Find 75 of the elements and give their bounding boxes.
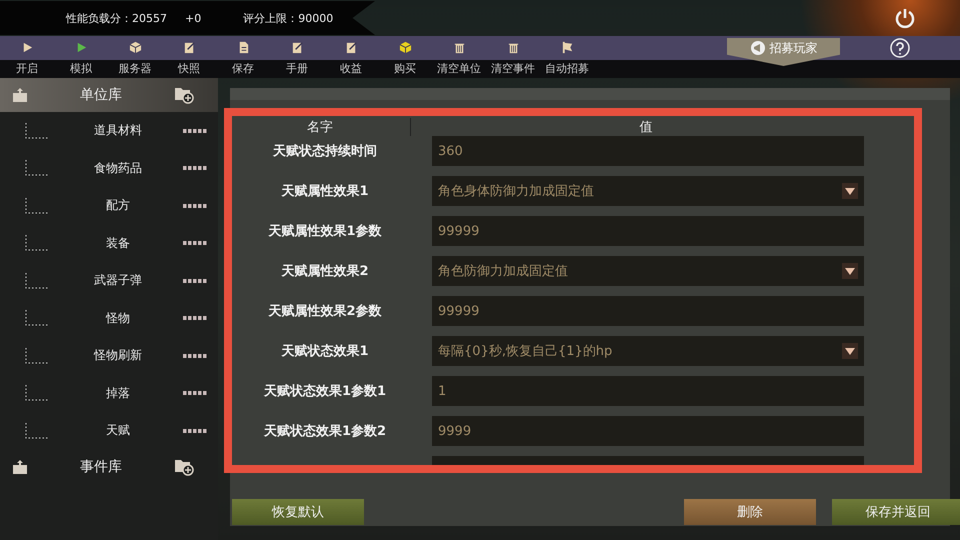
folder-upload-icon[interactable]: [12, 458, 28, 474]
load-score: 性能负载分：20557: [66, 10, 167, 26]
dropdown-field[interactable]: 每隔{0}秒,恢复自己{1}的hp: [432, 336, 864, 366]
sidebar-item[interactable]: 食物药品: [63, 160, 173, 177]
drag-handle-icon[interactable]: [183, 354, 207, 358]
toolbar-button[interactable]: 快照: [162, 41, 216, 76]
input-field[interactable]: 99999: [432, 216, 864, 246]
add-folder-icon[interactable]: [174, 86, 194, 104]
input-field[interactable]: 360: [432, 136, 864, 166]
toolbar-button[interactable]: 自动招募: [540, 41, 594, 76]
caret-icon: [842, 343, 858, 359]
property-name: 天赋属性效果1参数: [267, 223, 383, 240]
drag-handle-icon[interactable]: [183, 204, 207, 208]
toolbar-button[interactable]: 手册: [270, 41, 324, 76]
sidebar-item[interactable]: 武器子弹: [63, 272, 173, 290]
dropdown-field[interactable]: 角色防御力加成固定值: [432, 256, 864, 286]
reset-button[interactable]: 恢复默认: [232, 499, 364, 525]
sidebar-item[interactable]: 掉落: [63, 384, 173, 402]
caret-icon: [842, 183, 858, 199]
tree-connector: [25, 272, 49, 289]
toolbar-button[interactable]: 保存: [216, 41, 270, 76]
score-delta: +0: [185, 12, 202, 24]
add-folder-icon[interactable]: [174, 458, 194, 476]
sidebar-item[interactable]: 装备: [63, 234, 173, 252]
input-field[interactable]: 1: [432, 376, 864, 406]
tree-connector: [25, 235, 49, 252]
library-header[interactable]: 事件库: [0, 450, 218, 484]
drag-handle-icon[interactable]: [183, 428, 207, 433]
sidebar-item[interactable]: 天赋: [63, 422, 173, 440]
drag-handle-icon[interactable]: [183, 128, 207, 133]
column-header: 名字: [230, 118, 411, 136]
tree-connector: [25, 198, 49, 214]
power-icon[interactable]: [894, 7, 916, 29]
sidebar-item[interactable]: 道具材料: [63, 122, 173, 140]
help-icon[interactable]: [890, 38, 910, 58]
library-title: 事件库: [80, 458, 122, 476]
caret-icon: [842, 263, 858, 279]
sidebar-item[interactable]: 怪物刷新: [63, 347, 173, 364]
tree-connector: [25, 422, 49, 439]
input-field[interactable]: 99999: [432, 296, 864, 326]
tree-connector: [25, 385, 49, 402]
tree-connector: [25, 348, 49, 364]
tree-connector: [25, 122, 49, 139]
property-name: 天赋状态效果1参数1: [262, 383, 388, 400]
megaphone-icon: [750, 40, 766, 56]
library-header[interactable]: 单位库: [0, 78, 218, 112]
property-name: 天赋状态效果1: [280, 343, 370, 360]
drag-handle-icon[interactable]: [183, 391, 207, 396]
drag-handle-icon[interactable]: [183, 316, 207, 320]
input-field[interactable]: 9999: [432, 416, 864, 446]
drag-handle-icon[interactable]: [183, 241, 207, 246]
property-name: 天赋属性效果2参数: [267, 303, 383, 320]
property-name: 天赋状态持续时间: [272, 143, 378, 160]
dropdown-field[interactable]: 角色身体防御力加成固定值: [432, 176, 864, 206]
library-title: 单位库: [80, 86, 122, 104]
toolbar-button[interactable]: 开启: [0, 41, 54, 76]
score-limit: 评分上限：90000: [243, 10, 334, 26]
sidebar-item[interactable]: 怪物: [63, 310, 173, 327]
toolbar-button[interactable]: 清空事件: [486, 41, 540, 76]
delete-button[interactable]: 删除: [684, 499, 816, 525]
drag-handle-icon[interactable]: [183, 278, 207, 283]
tree-connector: [25, 310, 49, 326]
column-header: 值: [638, 119, 654, 136]
tree-connector: [25, 160, 49, 176]
property-name: 天赋属性效果2: [280, 263, 370, 280]
toolbar-button[interactable]: 服务器: [108, 41, 162, 76]
toolbar-button[interactable]: 收益: [324, 41, 378, 76]
property-name: 天赋状态效果1参数2: [262, 423, 388, 440]
drag-handle-icon[interactable]: [183, 166, 207, 170]
property-name: 天赋属性效果1: [280, 183, 370, 200]
sidebar-item[interactable]: 配方: [63, 197, 173, 214]
save-button[interactable]: 保存并返回: [832, 499, 960, 525]
toolbar-button[interactable]: 清空单位: [432, 41, 486, 76]
toolbar-button[interactable]: 模拟: [54, 41, 108, 76]
toolbar-button[interactable]: 购买: [378, 41, 432, 76]
